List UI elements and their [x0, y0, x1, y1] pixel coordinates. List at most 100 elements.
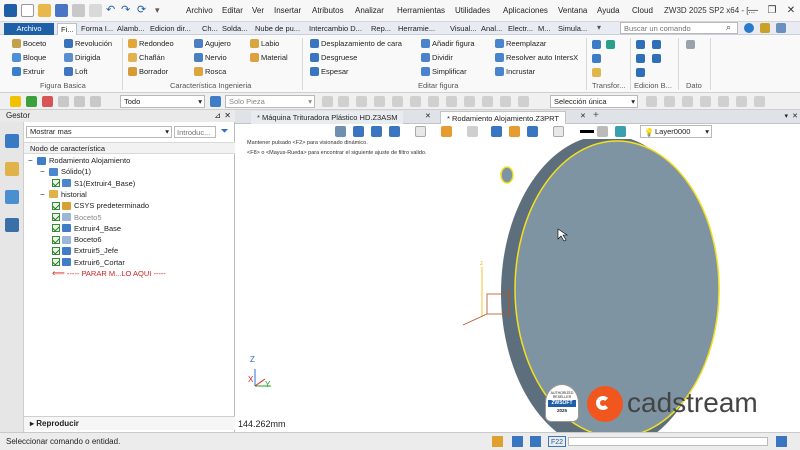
copy-icon[interactable]: [606, 40, 615, 49]
help-icon[interactable]: [744, 23, 754, 33]
display-mode-icon[interactable]: [415, 126, 426, 137]
close-icon[interactable]: ✕: [782, 3, 800, 18]
agujero-button[interactable]: Agujero: [194, 38, 231, 49]
edit-b5-icon[interactable]: [636, 68, 645, 77]
tab-overflow-icon[interactable]: ▾: [597, 23, 601, 32]
measure-icon[interactable]: [509, 126, 520, 137]
status-grid-icon[interactable]: [512, 436, 523, 447]
color-icon[interactable]: [615, 126, 626, 137]
visibility-checkbox[interactable]: [52, 258, 60, 267]
preview-icon[interactable]: [89, 4, 102, 17]
part-filter-icon[interactable]: [210, 96, 221, 107]
datum-icon[interactable]: [686, 40, 695, 49]
tree-row[interactable]: ⟸ ----- PARAR M...LO AQUI -----: [52, 268, 166, 279]
move-icon[interactable]: [592, 40, 601, 49]
funnel-icon[interactable]: ⏷: [218, 125, 231, 138]
resource-icon[interactable]: [5, 190, 19, 204]
style-icon[interactable]: [553, 126, 564, 137]
search-icon[interactable]: ⌕: [726, 22, 731, 33]
reproducir-panel[interactable]: ▸ Reproducir: [24, 416, 235, 430]
rosca-button[interactable]: Rosca: [194, 66, 226, 77]
pick-option-icon[interactable]: [646, 96, 657, 107]
menu-ventana[interactable]: Ventana: [558, 6, 587, 15]
desgruese-button[interactable]: Desgruese: [310, 52, 357, 63]
snap2-icon[interactable]: [338, 96, 349, 107]
tab-edicion-directa[interactable]: Edicion dir...: [147, 23, 199, 35]
expand-toggle-icon[interactable]: −: [28, 155, 36, 166]
expand-toggle-icon[interactable]: −: [40, 189, 48, 200]
redo-icon[interactable]: ↷: [121, 4, 134, 17]
visibility-icon[interactable]: [467, 126, 478, 137]
tab-nube-puntos[interactable]: Nube de pu...: [252, 23, 307, 35]
edit-b3-icon[interactable]: [636, 54, 645, 63]
edit-b4-icon[interactable]: [652, 54, 661, 63]
pick-arrow-icon[interactable]: [10, 96, 21, 107]
layout-icon[interactable]: [776, 23, 786, 33]
resolver-intersx-button[interactable]: Resolver auto IntersX: [495, 52, 578, 63]
snap12-icon[interactable]: [518, 96, 529, 107]
menu-analizar[interactable]: Analizar: [355, 6, 384, 15]
menu-ver[interactable]: Ver: [252, 6, 264, 15]
menu-archivo[interactable]: Archivo: [186, 6, 213, 15]
selection-mode-combo[interactable]: Selección única ▾: [550, 95, 638, 108]
layer-combo[interactable]: 💡 Layer0000 ▾: [640, 125, 712, 138]
remove-icon[interactable]: [42, 96, 53, 107]
part-combo[interactable]: Solo Pieza ▾: [225, 95, 315, 108]
line-style-icon[interactable]: [597, 126, 608, 137]
tree-row[interactable]: Extruir4_Base: [52, 223, 121, 234]
add-icon[interactable]: [26, 96, 37, 107]
tab-archivo[interactable]: Archivo: [4, 23, 54, 35]
new-file-icon[interactable]: [21, 4, 34, 17]
tab-figura[interactable]: Fi...: [57, 23, 77, 35]
tab-chapa[interactable]: Ch...: [199, 23, 219, 35]
filter-shape-icon[interactable]: [74, 96, 85, 107]
user-icon[interactable]: [5, 218, 19, 232]
hex-select-icon[interactable]: [90, 96, 101, 107]
settings-icon[interactable]: [760, 23, 770, 33]
borrador-button[interactable]: Borrador: [128, 66, 168, 77]
tab-analizar[interactable]: Anal...: [478, 23, 505, 35]
tree-row[interactable]: Boceto5: [52, 212, 102, 223]
tabs-dropdown-icon[interactable]: ▾: [784, 112, 788, 120]
pick-option4-icon[interactable]: [700, 96, 711, 107]
visibility-checkbox[interactable]: [52, 213, 60, 221]
tab-intercambio[interactable]: Intercambio D...: [306, 23, 367, 35]
status-key[interactable]: F22: [548, 436, 567, 447]
box-select-icon[interactable]: [58, 96, 69, 107]
tab-reparar[interactable]: Rep...: [368, 23, 394, 35]
new-tab-icon[interactable]: +: [593, 110, 599, 121]
maximize-icon[interactable]: ❐: [763, 3, 781, 18]
edit-b2-icon[interactable]: [652, 40, 661, 49]
filter-combo[interactable]: Todo ▾: [120, 95, 205, 108]
save-icon[interactable]: [55, 4, 68, 17]
stop-arrow-icon[interactable]: ⟸: [52, 268, 65, 279]
chaflan-button[interactable]: Chaflán: [128, 52, 165, 63]
tab-rodamiento-alojamiento[interactable]: * Rodamiento Alojamiento.Z3PRT: [440, 111, 567, 124]
tree-row[interactable]: Extruir6_Cortar: [52, 257, 125, 268]
pick-option6-icon[interactable]: [736, 96, 747, 107]
mirror-icon[interactable]: [592, 54, 601, 63]
view-cube-icon[interactable]: [371, 126, 382, 137]
edit-b-icon[interactable]: [636, 40, 645, 49]
visibility-checkbox[interactable]: [52, 224, 60, 233]
snap-icon[interactable]: [322, 96, 333, 107]
minimize-icon[interactable]: —: [744, 3, 762, 18]
status-view-icon[interactable]: [492, 436, 503, 447]
pick-option2-icon[interactable]: [664, 96, 675, 107]
explode-icon[interactable]: [527, 126, 538, 137]
expand-toggle-icon[interactable]: −: [40, 166, 48, 177]
tree-row[interactable]: − historial: [40, 189, 87, 200]
menu-herramientas[interactable]: Herramientas: [397, 6, 445, 15]
line-weight-icon[interactable]: [580, 130, 594, 133]
tree-row[interactable]: − Rodamiento Alojamiento: [28, 155, 130, 166]
tab-soldadura[interactable]: Solda...: [219, 23, 252, 35]
snap8-icon[interactable]: [446, 96, 457, 107]
tree-row[interactable]: Extruir5_Jefe: [52, 245, 118, 256]
tab-simulacion[interactable]: Simula...: [555, 23, 595, 35]
snap9-icon[interactable]: [464, 96, 475, 107]
snap3-icon[interactable]: [356, 96, 367, 107]
history-manager-icon[interactable]: [5, 134, 19, 148]
open-folder-icon[interactable]: [38, 4, 51, 17]
extruir-button[interactable]: Extruir: [12, 66, 45, 77]
snap6-icon[interactable]: [410, 96, 421, 107]
